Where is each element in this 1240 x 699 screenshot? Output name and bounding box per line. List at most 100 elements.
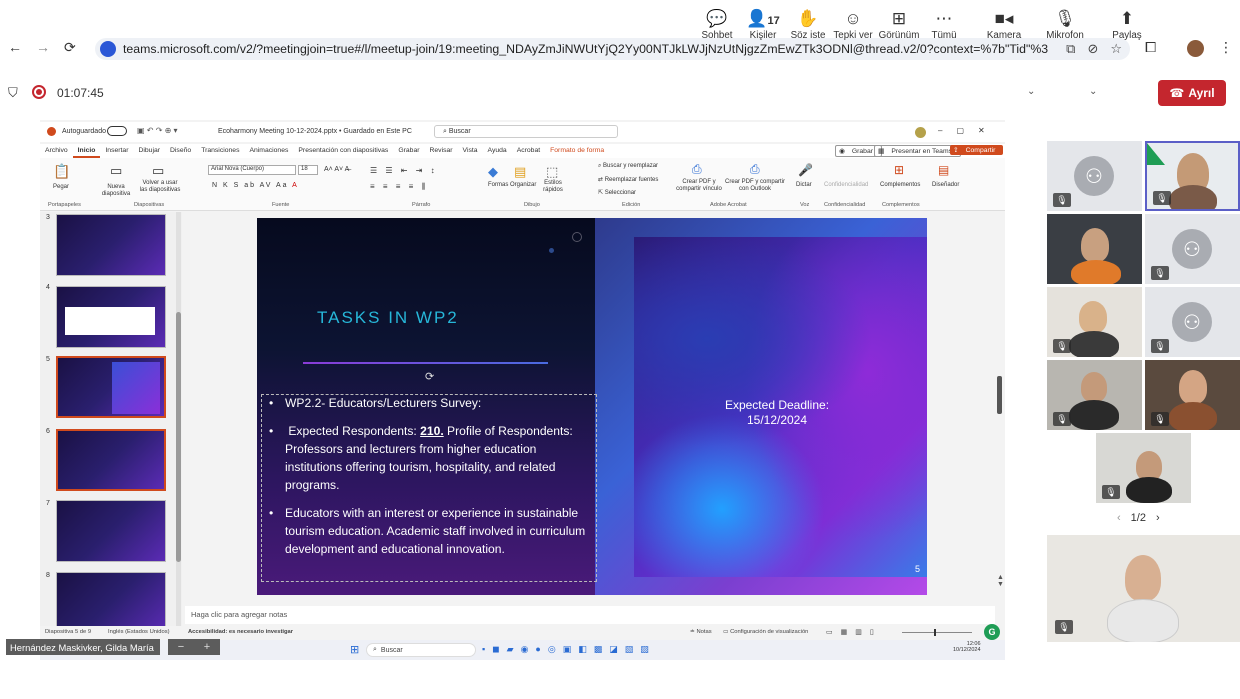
tab-dibujar[interactable]: Dibujar [133,144,165,158]
autosave-toggle[interactable] [107,126,127,136]
chevron-left-icon[interactable]: ‹ [1117,512,1121,524]
back-icon[interactable]: ← [8,39,22,55]
tab-presentacion[interactable]: Presentación con diapositivas [293,144,393,158]
pdf-outlook-icon[interactable]: ⎙ [750,162,760,177]
raise-hand-button[interactable]: ✋ Söz iste [785,8,831,41]
slide-thumbnail[interactable] [56,286,166,348]
slide-thumbnail[interactable] [56,500,166,562]
tab-diseno[interactable]: Diseño [165,144,196,158]
tab-archivo[interactable]: Archivo [40,144,73,158]
tab-revisar[interactable]: Revisar [424,144,457,158]
dictate-icon[interactable]: 🎤 [798,163,813,177]
zoom-controls[interactable]: − + [168,639,220,655]
windows-start-icon[interactable]: ⊞ [350,643,359,656]
font-format-icons[interactable]: N K S ab AV Aa A [212,182,299,189]
participant-tile[interactable]: 🎙 [1096,433,1191,503]
font-size-select[interactable]: 18 [298,165,318,175]
profile-avatar[interactable] [1187,40,1204,57]
participant-tile[interactable]: 🎙 [1145,360,1240,430]
participant-tile[interactable]: ⚇ 🎙 [1145,214,1240,284]
install-icon[interactable]: ⧉ [1066,41,1075,57]
ppt-search-box[interactable]: ⌕ Buscar [434,125,618,138]
paste-icon[interactable]: 📋 [53,163,70,180]
participant-tile[interactable]: 🎙 [1047,287,1142,357]
addins-icon[interactable]: ⊞ [894,163,904,177]
forward-icon[interactable]: → [36,39,50,55]
tab-animaciones[interactable]: Animaciones [244,144,293,158]
camera-options-chevron-icon[interactable]: ⌄ [1027,86,1035,97]
slide-canvas[interactable]: TASKS IN WP2 ⟳ WP2.2- Educators/Lecturer… [257,218,927,595]
present-in-teams-button[interactable]: ▦ Presentar en Teams [874,145,962,157]
site-info-icon[interactable] [100,41,116,57]
designer-icon[interactable]: ▤ [938,163,949,177]
participant-tile[interactable] [1047,214,1142,284]
notes-pane[interactable]: Haga clic para agregar notas [185,606,995,624]
participant-tile[interactable]: 🎙 [1047,360,1142,430]
reload-icon[interactable]: ⟳ [64,39,76,56]
mic-button[interactable]: 🎙 Mikrofon [1042,8,1088,41]
more-button[interactable]: ⋯ Tümü [921,8,967,41]
font-name-select[interactable]: Arial Nova (Cuerpo) [208,165,296,175]
browser-menu-icon[interactable]: ⋮ [1219,39,1233,56]
taskbar-app-icons[interactable]: ▪◼▰◉●◎▣◧▩◪▧▨ [482,644,656,655]
bullet-list[interactable]: WP2.2- Educators/Lecturers Survey: Expec… [265,394,595,568]
save-icon[interactable]: ▣ ↶ ↷ ⊕ ▾ [137,126,178,135]
zoom-in-icon[interactable]: + [204,641,210,653]
thumbnail-scrollbar[interactable] [176,212,181,626]
scroll-arrows-icon[interactable]: ▲ ▼ [997,574,1004,588]
view-button[interactable]: ⊞ Görünüm [876,8,922,41]
new-slide-icon[interactable]: ▭ [110,163,122,179]
slide-thumbnail-selected[interactable] [56,356,166,418]
people-button[interactable]: 👤17 Kişiler [740,8,786,41]
camera-button[interactable]: ■◂ Kamera [981,8,1027,41]
zoom-out-icon[interactable]: − [178,641,184,653]
chevron-right-icon[interactable]: › [1156,512,1160,524]
slide-scrollbar[interactable] [997,376,1002,414]
paragraph-icons[interactable]: ☰ ☰ ⇤ ⇥ ↕ [370,166,438,175]
deadline-text[interactable]: Expected Deadline: 15/12/2024 [697,398,857,428]
tab-ayuda[interactable]: Ayuda [483,144,512,158]
select-button[interactable]: ⇱ Seleccionar [598,189,636,196]
participant-tile-speaking[interactable]: 🎙 [1145,141,1240,211]
slide-thumbnail[interactable] [56,214,166,276]
zoom-slider[interactable] [902,629,972,636]
leave-button[interactable]: ☎ Ayrıl [1158,80,1226,106]
participant-tile[interactable]: ⚇ 🎙 [1145,287,1240,357]
mic-options-chevron-icon[interactable]: ⌄ [1089,86,1097,97]
pdf-share-icon[interactable]: ⎙ [692,162,702,177]
font-grow-icons[interactable]: A˄ A˅ A̶ [324,166,349,173]
accessibility-status[interactable]: Accesibilidad: es necesario investigar [188,629,293,635]
find-replace-button[interactable]: ⌕ Buscar y reemplazar [598,163,658,170]
tab-inicio[interactable]: Inicio [72,144,101,158]
address-bar[interactable]: teams.microsoft.com/v2/?meetingjoin=true… [95,38,1130,60]
share-button[interactable]: ⬆ Paylaş [1104,8,1150,41]
reuse-slides-icon[interactable]: ▭ [152,163,164,179]
align-icons[interactable]: ≡ ≡ ≡ ≡ ⫼ [370,182,428,192]
slide-thumbnail[interactable] [56,572,166,626]
shapes-icon[interactable]: ◆ [488,164,498,180]
react-button[interactable]: ☺ Tepki ver [830,8,876,41]
slide-thumbnail[interactable] [56,429,166,491]
view-settings-button[interactable]: ▭ Configuración de visualización [723,629,808,635]
tab-grabar[interactable]: Grabar [393,144,424,158]
replace-fonts-button[interactable]: ⇄ Reemplazar fuentes [598,176,658,183]
extensions-icon[interactable]: ⧠ [1145,39,1156,56]
star-icon[interactable]: ☆ [1110,41,1122,57]
view-mode-icons[interactable]: ▭▦▥▯ [826,628,882,636]
self-view-tile[interactable]: 🎙 [1047,535,1240,642]
notes-button[interactable]: ≐ Notas [690,629,712,635]
slide-title[interactable]: TASKS IN WP2 [317,308,459,328]
taskbar-search[interactable]: ⌕ Buscar [366,643,476,657]
chat-button[interactable]: 💬 Sohbet [694,8,740,41]
ppt-share-button[interactable]: ⇪ Compartir [950,145,1004,155]
eye-off-icon[interactable]: ⊘ [1087,41,1098,57]
tab-transiciones[interactable]: Transiciones [196,144,244,158]
tab-acrobat[interactable]: Acrobat [512,144,545,158]
participant-tile[interactable]: ⚇ 🎙 [1047,141,1142,211]
arrange-icon[interactable]: ▤ [514,164,526,180]
tab-insertar[interactable]: Insertar [100,144,133,158]
rotate-handle-icon[interactable]: ⟳ [425,370,434,383]
window-controls[interactable]: –▢✕ [938,126,999,135]
tab-formato-forma[interactable]: Formato de forma [545,144,609,158]
grammarly-icon[interactable]: G [984,624,1000,640]
